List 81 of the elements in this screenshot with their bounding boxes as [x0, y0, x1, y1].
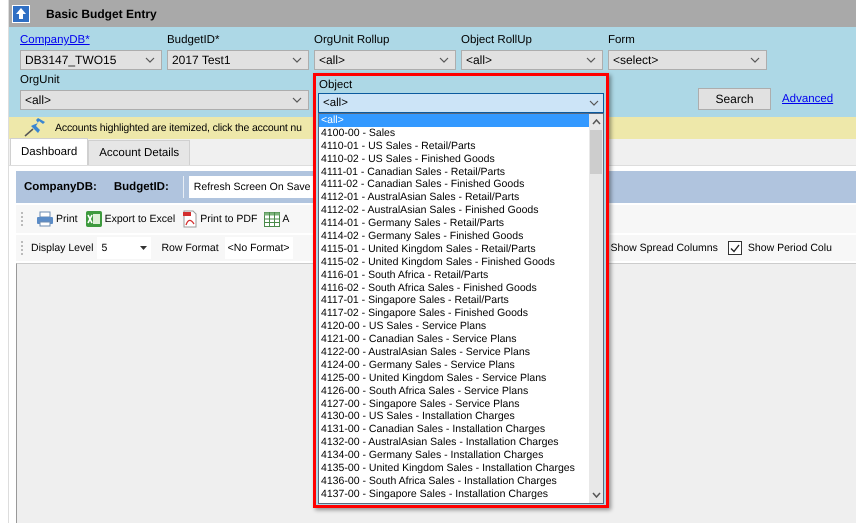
- chevron-icon: [586, 57, 596, 63]
- budget-label: BudgetID:: [114, 181, 169, 193]
- scrollbar-thumb[interactable]: [590, 130, 602, 174]
- collapse-icon[interactable]: [12, 4, 30, 22]
- dropdown-option[interactable]: 4116-01 - South Africa - Retail/Parts: [319, 268, 589, 282]
- caret-icon: [140, 246, 148, 250]
- dropdown-option[interactable]: 4115-01 - United Kingdom Sales - Retail/Parts: [319, 242, 589, 256]
- field-label: Row Format: [161, 242, 219, 254]
- chevron-icon: [750, 57, 760, 63]
- field-label: Object: [318, 78, 354, 92]
- dropdown-option[interactable]: 4124-00 - Germany Sales - Service Plans: [319, 358, 589, 372]
- dropdown-option[interactable]: 4114-02 - Germany Sales - Finished Goods: [319, 230, 589, 243]
- dropdown-option[interactable]: 4111-01 - Canadian Sales - Retail/Parts: [319, 166, 589, 178]
- dropdown-option[interactable]: 4114-01 - Germany Sales - Retail/Parts: [319, 217, 589, 230]
- field-label: OrgUnit: [20, 73, 61, 87]
- field-label: Form: [608, 33, 636, 47]
- printer-icon: [36, 211, 54, 227]
- chevron-icon: [439, 57, 449, 63]
- display-level-dropdown[interactable]: 5: [97, 237, 152, 259]
- toolbar-button[interactable]: Print to PDF: [182, 210, 258, 228]
- field-label: BudgetID*: [167, 33, 220, 47]
- dropdown-option[interactable]: 4117-02 - Singapore Sales - Finished Goods: [319, 307, 589, 320]
- advanced-link[interactable]: Advanced: [782, 88, 834, 110]
- checkbox-label: Show Spread Columns: [610, 242, 718, 254]
- dropdown-option[interactable]: 4117-01 - Singapore Sales - Retail/Parts: [319, 294, 589, 308]
- dropdown-option[interactable]: 4110-02 - US Sales - Finished Goods: [319, 152, 589, 166]
- dropdown[interactable]: <all>: [314, 50, 456, 70]
- spreadsheet-icon: [84, 210, 103, 228]
- scroll-down-icon[interactable]: [592, 492, 600, 498]
- checkbox-label: Show Period Colu: [748, 242, 832, 254]
- search-button[interactable]: Search: [698, 88, 771, 110]
- dropdown-option[interactable]: 4116-02 - South Africa Sales - Finished Goods: [319, 282, 589, 294]
- tab[interactable]: Account Details: [88, 140, 190, 165]
- tab[interactable]: Dashboard: [10, 138, 88, 165]
- checkbox[interactable]: [728, 241, 742, 255]
- dropdown-option[interactable]: 4130-00 - US Sales - Installation Charges: [319, 410, 589, 424]
- dropdown-option[interactable]: 4126-00 - South Africa Sales - Service Plans: [319, 384, 589, 398]
- toolbar-button[interactable]: A: [264, 212, 290, 226]
- dropdown-option[interactable]: 4131-00 - Canadian Sales - Installation Charges: [319, 423, 589, 436]
- table-icon: [264, 212, 280, 226]
- company-db-link[interactable]: CompanyDB*: [20, 33, 162, 47]
- pushpin-icon: [23, 118, 47, 138]
- dropdown-option[interactable]: 4111-02 - Canadian Sales - Finished Goods: [319, 178, 589, 192]
- dropdown[interactable]: <select>: [608, 50, 767, 70]
- dropdown-option[interactable]: 4137-00 - Singapore Sales - Installation Charges: [319, 488, 589, 501]
- row-format-field[interactable]: <No Format>: [224, 237, 292, 259]
- dropdown-option[interactable]: 4121-00 - Canadian Sales - Service Plans: [319, 333, 589, 346]
- dropdown[interactable]: 2017 Test1: [167, 50, 309, 70]
- toolbar-button[interactable]: Print: [36, 211, 78, 227]
- dropdown-option[interactable]: 4110-01 - US Sales - Retail/Parts: [319, 140, 589, 153]
- toolbar-button[interactable]: Export to Excel: [84, 210, 176, 228]
- dropdown[interactable]: <all>: [20, 90, 309, 110]
- dropdown-option[interactable]: 4134-00 - Germany Sales - Installation Charges: [319, 449, 589, 462]
- field-label: Object RollUp: [461, 33, 533, 47]
- dropdown-option[interactable]: 4112-01 - AustralAsian Sales - Retail/Parts: [319, 191, 589, 204]
- dropdown[interactable]: DB3147_TWO15: [20, 50, 162, 70]
- notice-text: Accounts highlighted are itemized, click the account nu: [55, 122, 302, 134]
- dropdown-option[interactable]: 4122-00 - AustralAsian Sales - Service Plans: [319, 346, 589, 359]
- dropdown-option[interactable]: 4115-02 - United Kingdom Sales - Finished Goods: [319, 256, 589, 269]
- dropdown-option[interactable]: 4100-00 - Sales: [319, 126, 589, 140]
- dropdown-option[interactable]: 4127-00 - Singapore Sales - Service Plans: [319, 398, 589, 410]
- chevron-icon: [292, 97, 302, 103]
- dropdown-option[interactable]: 4135-00 - United Kingdom Sales - Installation Charges: [319, 462, 589, 475]
- field-label: Display Level: [31, 242, 94, 254]
- scroll-up-icon[interactable]: [592, 119, 600, 125]
- chevron-icon: [589, 100, 599, 106]
- chevron-icon: [145, 57, 155, 63]
- scrollbar[interactable]: [589, 114, 603, 503]
- company-label: CompanyDB:: [24, 181, 97, 193]
- dropdown-option[interactable]: 4136-00 - South Africa Sales - Installation Charges: [319, 474, 589, 488]
- dropdown-option[interactable]: 4125-00 - United Kingdom Sales - Service Plans: [319, 372, 589, 385]
- dropdown[interactable]: <all>: [461, 50, 603, 70]
- object-dropdown[interactable]: <all>: [318, 93, 604, 113]
- dropdown-option[interactable]: 4120-00 - US Sales - Service Plans: [319, 320, 589, 334]
- refresh-field[interactable]: Refresh Screen On Save: [188, 176, 315, 198]
- chevron-icon: [292, 57, 302, 63]
- pdf-document-icon: [182, 210, 198, 228]
- window-title: Basic Budget Entry: [46, 6, 157, 20]
- dropdown-option[interactable]: 4132-00 - AustralAsian Sales - Installation Charges: [319, 436, 589, 450]
- dropdown-option[interactable]: 4112-02 - AustralAsian Sales - Finished Goods: [319, 204, 589, 218]
- field-label: OrgUnit Rollup: [314, 33, 390, 47]
